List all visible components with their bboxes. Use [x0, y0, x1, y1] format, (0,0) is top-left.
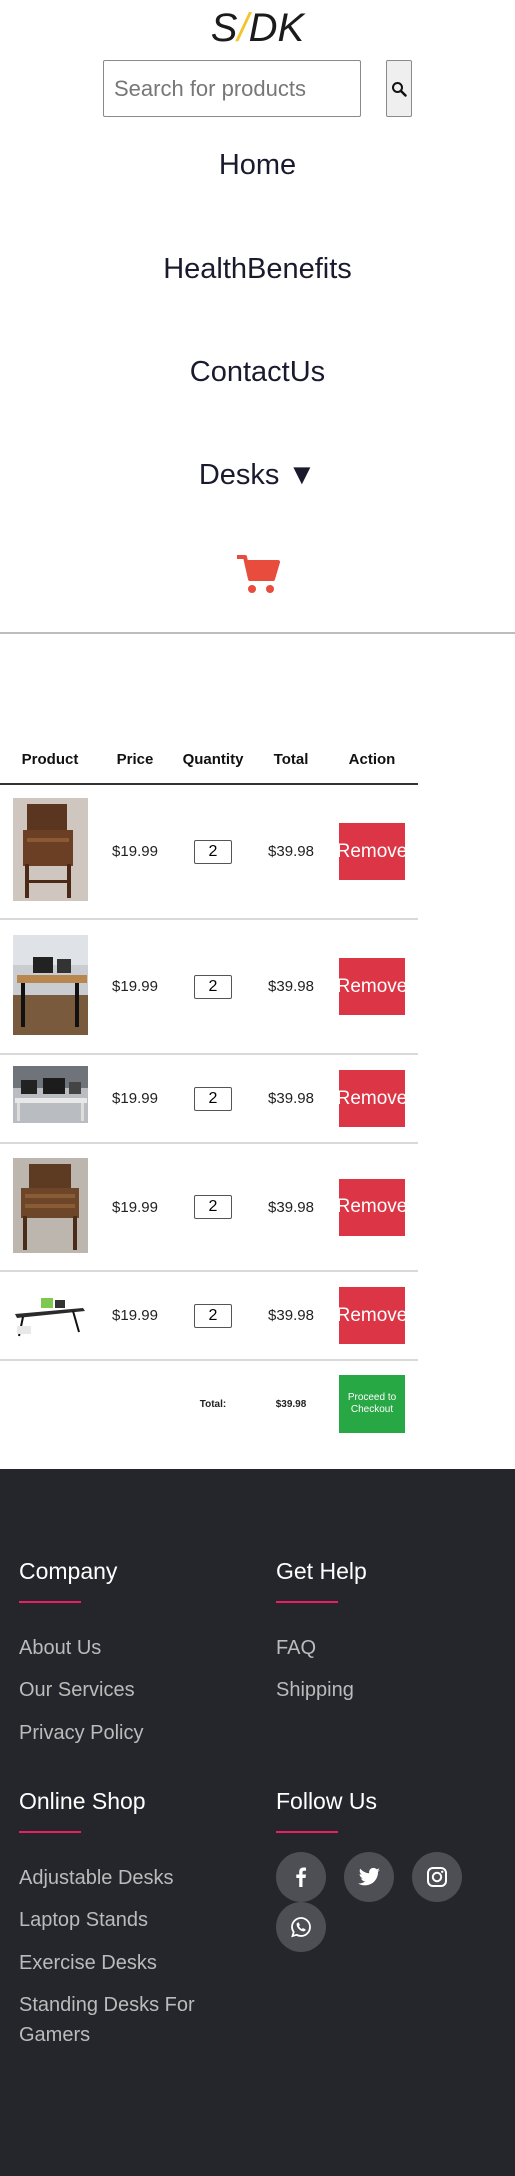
table-row: $19.99 $39.98 Remove	[0, 1144, 418, 1272]
footer-online-shop-heading: Online Shop	[19, 1788, 146, 1814]
item-total: $39.98	[268, 1307, 314, 1324]
remove-button[interactable]: Remove	[339, 958, 405, 1015]
footer-link-our-services[interactable]: Our Services	[19, 1675, 135, 1705]
footer-link-faq[interactable]: FAQ	[276, 1633, 316, 1663]
footer-company-heading: Company	[19, 1558, 118, 1584]
footer-link-adjustable-desks[interactable]: Adjustable Desks	[19, 1863, 174, 1893]
item-price: $19.99	[112, 843, 158, 860]
header-price: Price	[116, 751, 154, 768]
footer-link-standing-desks-for-gamers[interactable]: Standing Desks For Gamers	[19, 1990, 239, 2050]
item-total: $39.98	[268, 1090, 314, 1107]
search-icon	[392, 81, 407, 97]
footer-link-shipping[interactable]: Shipping	[276, 1675, 354, 1705]
remove-button[interactable]: Remove	[339, 1178, 405, 1236]
product-image[interactable]	[13, 1158, 88, 1253]
quantity-input[interactable]	[194, 839, 232, 864]
total-label: Total:	[199, 1398, 227, 1410]
product-image[interactable]	[13, 1292, 88, 1340]
footer-heading-underline	[19, 1831, 81, 1833]
facebook-icon[interactable]	[276, 1852, 326, 1902]
twitter-icon[interactable]	[344, 1852, 394, 1902]
item-price: $19.99	[112, 1307, 158, 1324]
header-total: Total	[273, 751, 309, 768]
footer-get-help-heading: Get Help	[276, 1558, 367, 1584]
footer-link-exercise-desks[interactable]: Exercise Desks	[19, 1948, 157, 1978]
table-row: $19.99 $39.98 Remove	[0, 785, 418, 920]
footer: Company About Us Our Services Privacy Po…	[0, 1469, 515, 2176]
quantity-input[interactable]	[194, 1195, 232, 1219]
table-row: $19.99 $39.98 Remove	[0, 920, 418, 1055]
footer-heading-underline	[276, 1601, 338, 1603]
remove-button[interactable]: Remove	[339, 1287, 405, 1344]
nav-desks-dropdown[interactable]: Desks ▼	[0, 459, 515, 492]
quantity-input[interactable]	[194, 1303, 232, 1328]
logo-slash: /	[237, 6, 249, 50]
logo-dk: DK	[248, 6, 305, 50]
footer-follow-us-heading: Follow Us	[276, 1788, 377, 1814]
header-product: Product	[21, 751, 79, 768]
quantity-input[interactable]	[194, 974, 232, 999]
remove-button[interactable]: Remove	[339, 823, 405, 880]
cart-icon[interactable]	[235, 553, 281, 595]
remove-button[interactable]: Remove	[339, 1070, 405, 1127]
footer-link-privacy-policy[interactable]: Privacy Policy	[19, 1718, 143, 1748]
nav-home[interactable]: Home	[0, 149, 515, 182]
product-image[interactable]	[13, 1066, 88, 1123]
header-action: Action	[348, 751, 396, 768]
item-total: $39.98	[268, 1198, 314, 1216]
footer-link-laptop-stands[interactable]: Laptop Stands	[19, 1905, 148, 1935]
item-price: $19.99	[112, 1090, 158, 1107]
item-total: $39.98	[268, 843, 314, 860]
item-price: $19.99	[112, 978, 158, 995]
checkout-button[interactable]: Proceed to Checkout	[339, 1375, 405, 1433]
item-total: $39.98	[268, 978, 314, 995]
product-image[interactable]	[13, 798, 88, 901]
logo[interactable]: S/DK	[0, 6, 515, 51]
item-price: $19.99	[112, 1198, 158, 1216]
footer-heading-underline	[276, 1831, 338, 1833]
product-image[interactable]	[13, 935, 88, 1035]
search-button[interactable]	[386, 60, 412, 117]
whatsapp-icon[interactable]	[276, 1902, 326, 1952]
header-quantity: Quantity	[182, 751, 244, 768]
nav-health-benefits[interactable]: HealthBenefits	[0, 253, 515, 286]
nav-contact-us[interactable]: ContactUs	[0, 356, 515, 389]
total-row: Total: $39.98 Proceed to Checkout	[0, 1361, 418, 1451]
page: S/DK Home HealthBenefits ContactUs Desks…	[0, 0, 515, 2176]
logo-s: S	[210, 6, 238, 50]
table-header-row: Product Price Quantity Total Action	[0, 740, 418, 785]
grand-total: $39.98	[275, 1398, 307, 1410]
header-divider	[0, 632, 515, 634]
instagram-icon[interactable]	[412, 1852, 462, 1902]
quantity-input[interactable]	[194, 1086, 232, 1111]
search-input[interactable]	[103, 60, 361, 117]
table-row: $19.99 $39.98 Remove	[0, 1055, 418, 1144]
footer-heading-underline	[19, 1601, 81, 1603]
footer-link-about-us[interactable]: About Us	[19, 1633, 101, 1663]
cart-table: Product Price Quantity Total Action $19.…	[0, 740, 418, 1451]
table-row: $19.99 $39.98 Remove	[0, 1272, 418, 1361]
